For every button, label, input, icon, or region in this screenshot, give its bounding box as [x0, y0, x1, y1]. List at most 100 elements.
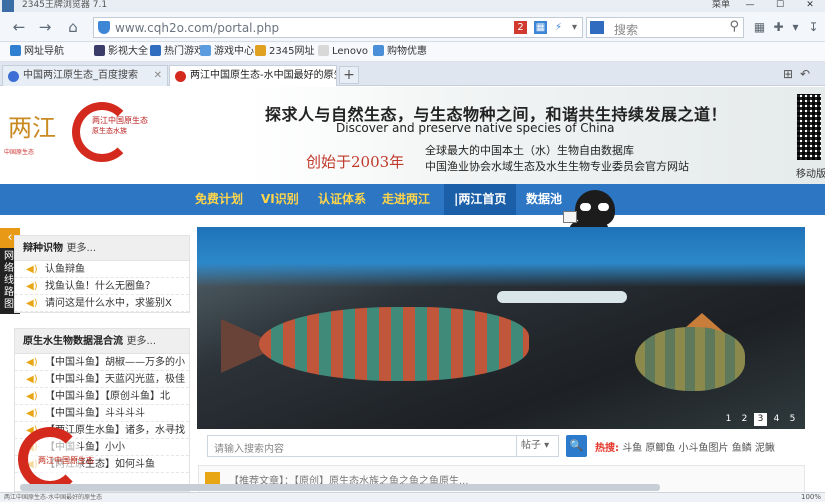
floating-logo-text: 两江中国原生态 — [38, 456, 94, 465]
logo-subtitle: 中国原生态 — [4, 149, 35, 156]
tab-cqh2o[interactable]: 两江中国原生态-水中国最好的原生态 ✕ — [169, 65, 337, 86]
extension-icon[interactable]: ✚ — [771, 20, 786, 35]
search-box[interactable]: 搜索 ⚲ — [586, 17, 744, 38]
status-bar: 两江中国原生态-水中国最好的原生态 100% — [0, 492, 825, 502]
tab-baidu[interactable]: 中国两江原生态_百度搜索 ✕ — [2, 65, 168, 86]
official-site-tagline: 中国渔业协会水域生态及水生生物专业委员会官方网站 — [425, 160, 689, 173]
tab-bar: 中国两江原生态_百度搜索 ✕ 两江中国原生态-水中国最好的原生态 ✕ + ⊞ ↶ — [0, 62, 825, 86]
panel-header: 原生水生物数据混合流 更多... — [15, 329, 189, 354]
zoom-level[interactable]: 100% — [801, 493, 821, 502]
close-button[interactable]: ✕ — [795, 0, 825, 12]
bookmarks-bar: 网址导航 影视大全 热门游戏 游戏中心 2345网址 Lenovo 购物优惠 — [0, 42, 825, 62]
tab-label: 两江中国原生态-水中国最好的原生态 — [190, 70, 336, 81]
menu-certification[interactable]: 认证体系 — [318, 184, 366, 215]
brand-emblem-text: 两江中国原生态 原生态水族 — [92, 116, 148, 135]
list-item[interactable]: ◀) 【中国斗鱼】斗斗斗斗 — [15, 405, 189, 422]
list-item[interactable]: ◀) 认鱼辩鱼 — [15, 261, 189, 278]
menu-free-plan[interactable]: 免费计划 — [195, 184, 243, 215]
hot-search: 热搜: 斗鱼 原鲫鱼 小斗鱼图片 鱼鳞 泥鳅 — [595, 439, 775, 454]
qr-code[interactable] — [797, 94, 821, 160]
minimize-button[interactable]: — — [735, 0, 765, 12]
bookmark-icon — [200, 45, 211, 56]
aquarium-glass — [197, 227, 805, 287]
url-text[interactable]: www.cqh2o.com/portal.php — [115, 21, 279, 35]
bookmark-item[interactable]: 影视大全 — [94, 45, 148, 59]
speaker-icon: ◀) — [26, 281, 38, 292]
main-menu: 免费计划 VI识别 认证体系 走进两江 |两江首页 数据池 — [0, 184, 825, 215]
hot-search-terms[interactable]: 斗鱼 原鲫鱼 小斗鱼图片 鱼鳞 泥鳅 — [622, 443, 775, 454]
more-tools-icon[interactable]: ▾ — [788, 20, 803, 35]
slide-dot[interactable]: 4 — [770, 413, 783, 426]
paradise-fish-image — [259, 307, 529, 381]
window-controls: — ☐ ✕ — [735, 0, 825, 12]
speed-mode-icon[interactable]: ⚡ — [552, 21, 565, 34]
list-item[interactable]: ◀) 找鱼认鱼！什么无圈鱼？ — [15, 278, 189, 295]
menu-home[interactable]: |两江首页 — [444, 184, 517, 215]
search-icon[interactable]: ⚲ — [729, 19, 739, 34]
more-link[interactable]: 更多... — [66, 243, 96, 254]
second-fish-image — [635, 327, 745, 391]
panel-title: 辩种识物 — [23, 243, 63, 254]
status-text: 两江中国原生态-水中国最好的原生态 — [4, 494, 103, 501]
browser-app-icon — [2, 0, 14, 12]
address-dropdown-icon[interactable]: ▾ — [568, 21, 581, 34]
bookmark-item[interactable]: 2345网址 — [255, 45, 314, 59]
slide-dot-active[interactable]: 3 — [754, 413, 767, 426]
mobile-version-link[interactable]: 移动版 — [796, 165, 825, 180]
site-logo[interactable]: 两江 中国原生态 — [4, 104, 66, 160]
list-item[interactable]: ◀) 【中国斗鱼】【原创斗鱼】北 — [15, 388, 189, 405]
window-title: 2345王牌浏览器 7.1 — [22, 0, 108, 10]
horizontal-scrollbar[interactable] — [20, 484, 660, 491]
home-icon[interactable]: ⌂ — [62, 16, 84, 38]
list-item[interactable]: ◀) 【中国斗鱼】胡椒——万多的小 — [15, 354, 189, 371]
reader-icon[interactable]: 2 — [514, 21, 527, 34]
site-header: 两江 中国原生态 两江中国原生态 原生态水族 探求人与自然生态，与生态物种之间，… — [0, 87, 825, 184]
identify-panel: 辩种识物 更多... ◀) 认鱼辩鱼 ◀) 找鱼认鱼！什么无圈鱼？ ◀) 请问这是什么… — [14, 235, 190, 313]
compat-mode-icon[interactable]: ▦ — [534, 21, 547, 34]
slide-dot[interactable]: 2 — [738, 413, 751, 426]
new-tab-button[interactable]: + — [339, 66, 359, 84]
search-engine-icon[interactable] — [590, 21, 604, 34]
site-search-button[interactable]: 🔍 — [566, 435, 587, 457]
slide-dot[interactable]: 5 — [786, 413, 799, 426]
photo-slider[interactable]: 1 2 3 4 5 — [197, 227, 805, 429]
bookmark-item[interactable]: 热门游戏 — [150, 45, 204, 59]
panel-title: 原生水生物数据混合流 — [23, 336, 123, 347]
search-type-select[interactable]: 帖子 ▾ — [516, 436, 558, 456]
aquarium-ledge — [497, 291, 627, 303]
slide-dot[interactable]: 1 — [722, 413, 735, 426]
site-search-placeholder: 请输入搜索内容 — [214, 444, 284, 455]
menu-data-pool[interactable]: 数据池 — [526, 184, 562, 215]
speaker-icon: ◀) — [26, 374, 38, 385]
speaker-icon: ◀) — [26, 391, 38, 402]
bookmark-icon — [94, 45, 105, 56]
bookmark-icon — [10, 45, 21, 56]
more-link[interactable]: 更多... — [126, 336, 156, 347]
security-shield-icon — [98, 21, 110, 34]
speaker-icon: ◀) — [26, 357, 38, 368]
bookmark-icon — [318, 45, 329, 56]
back-icon[interactable]: ← — [8, 16, 30, 38]
hot-search-label: 热搜: — [595, 443, 619, 454]
maximize-button[interactable]: ☐ — [765, 0, 795, 12]
undo-close-icon[interactable]: ↶ — [800, 67, 810, 81]
address-bar[interactable]: www.cqh2o.com/portal.php 2 ▦ ⚡ ▾ — [93, 17, 583, 38]
bookmark-item[interactable]: 购物优惠 — [373, 45, 427, 59]
menu-label[interactable]: 菜单 — [712, 0, 730, 11]
apps-icon[interactable]: ▦ — [752, 20, 767, 35]
menu-vi[interactable]: VI识别 — [261, 184, 299, 215]
speaker-icon: ◀) — [26, 264, 38, 275]
list-item[interactable]: ◀) 请问这是什么水中，求鉴别X — [15, 295, 189, 312]
bookmark-icon — [373, 45, 384, 56]
site-search-input[interactable]: 请输入搜索内容 帖子 ▾ — [207, 435, 559, 457]
close-tab-icon[interactable]: ✕ — [154, 66, 162, 86]
download-icon[interactable]: ↧ — [806, 20, 821, 35]
close-tab-icon[interactable]: ✕ — [323, 66, 331, 86]
menu-about[interactable]: 走进两江 — [382, 184, 430, 215]
bookmark-item[interactable]: 游戏中心 — [200, 45, 254, 59]
bookmark-item[interactable]: 网址导航 — [10, 45, 64, 59]
tab-list-icon[interactable]: ⊞ — [783, 67, 793, 81]
list-item[interactable]: ◀) 【中国斗鱼】天蓝闪光蓝，极佳 — [15, 371, 189, 388]
forward-icon[interactable]: → — [34, 16, 56, 38]
bookmark-item[interactable]: Lenovo — [318, 45, 368, 59]
